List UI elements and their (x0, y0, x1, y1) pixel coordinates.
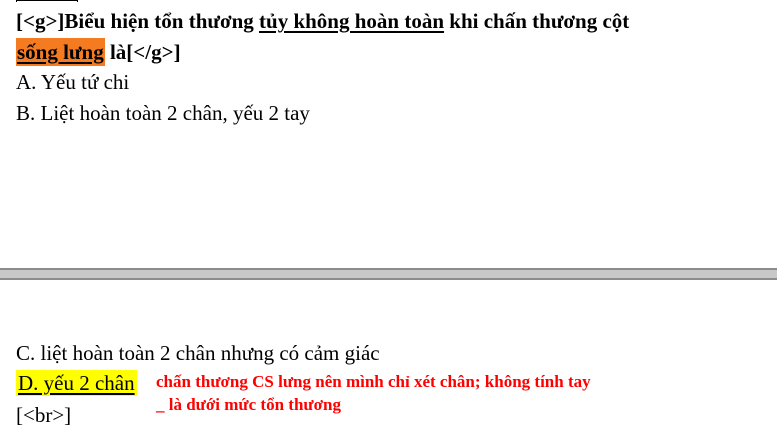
highlighted-term-song-lung: sống lưng (16, 38, 105, 66)
answer-highlight: D. yếu 2 chân (16, 370, 137, 396)
page-edge-mark (16, 0, 78, 2)
question-underlined-term: tủy không hoàn toàn (259, 9, 445, 33)
br-tag: [<br>] (16, 403, 72, 427)
option-b: B. Liệt hoàn toàn 2 chân, yếu 2 tay (16, 101, 310, 125)
option-d-answer: D. yếu 2 chân (16, 370, 137, 396)
question-line-2: sống lưng là[</g>] (16, 38, 181, 66)
question-line-1: [<g>]Biểu hiện tổn thương tủy không hoàn… (16, 8, 629, 34)
question-line2-suffix: là[</g>] (104, 40, 181, 64)
question-prefix: [<g>]Biểu hiện tổn thương (16, 9, 260, 33)
option-a: A. Yếu tứ chi (16, 70, 130, 94)
annotation-note-1: chấn thương CS lưng nên mình chỉ xét châ… (156, 372, 591, 391)
page-break (0, 268, 777, 280)
option-c: C. liệt hoàn toàn 2 chân nhưng có cảm gi… (16, 341, 380, 365)
annotation-note-2: _ là dưới mức tổn thương (156, 395, 341, 414)
question-line1-suffix: khi chấn thương cột (444, 9, 630, 33)
